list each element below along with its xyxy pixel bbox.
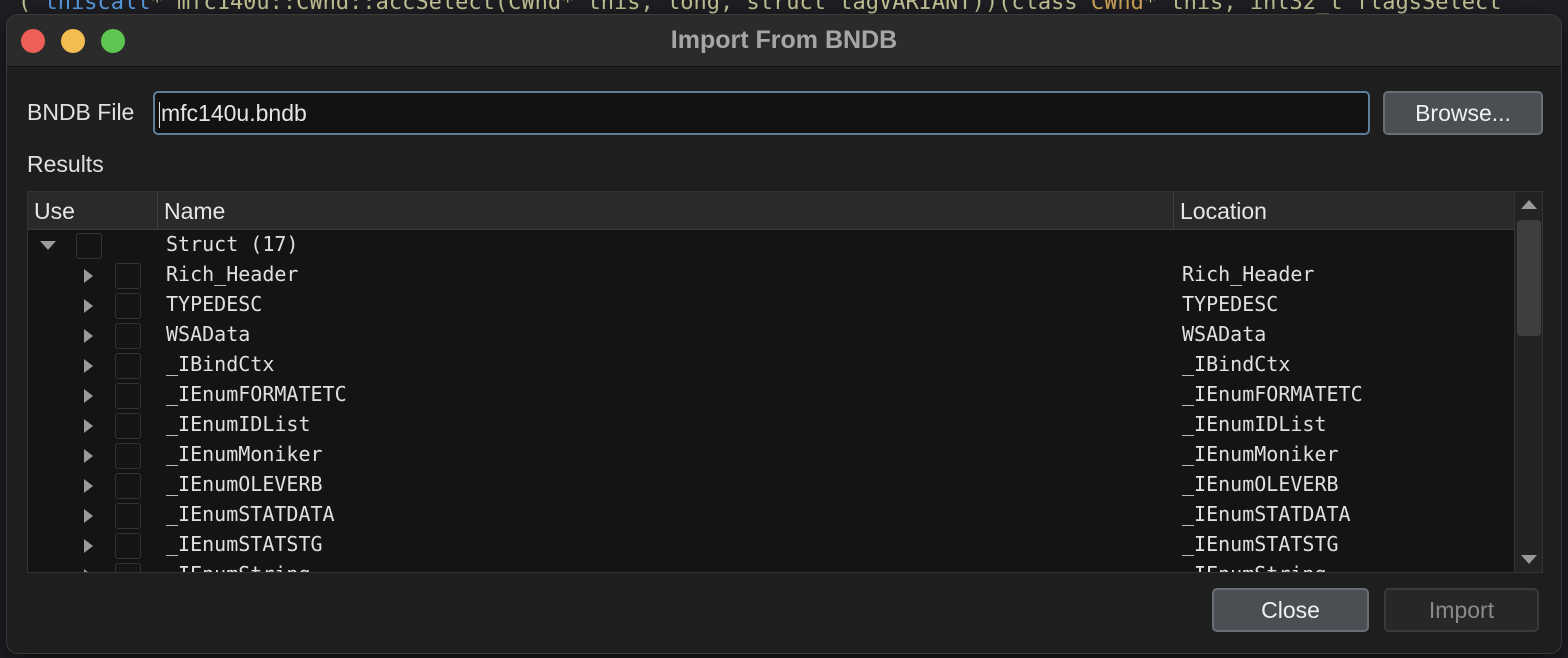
- row-name: _IEnumMoniker: [166, 442, 323, 466]
- tree-group-row[interactable]: Struct (17): [28, 230, 1514, 260]
- row-name: WSAData: [166, 322, 251, 346]
- code-prefix: (: [18, 0, 32, 15]
- code-tail: * this, int32_t flagsSelect: [1143, 0, 1502, 15]
- scroll-down-arrow-icon[interactable]: [1515, 546, 1542, 572]
- row-name: _IEnumOLEVERB: [166, 472, 323, 496]
- bndb-file-label: BNDB File: [27, 99, 135, 125]
- row-location: _IEnumMoniker: [1182, 442, 1339, 466]
- vertical-scrollbar[interactable]: [1514, 192, 1542, 572]
- row-name: _IEnumSTATSTG: [166, 532, 323, 556]
- chevron-right-icon[interactable]: [84, 329, 93, 343]
- tree-row[interactable]: _IEnumSTATDATA _IEnumSTATDATA: [28, 500, 1514, 530]
- chevron-right-icon[interactable]: [84, 539, 93, 553]
- row-location: TYPEDESC: [1182, 292, 1279, 316]
- chevron-down-icon[interactable]: [40, 241, 56, 250]
- code-keyword: thiscall: [44, 0, 151, 15]
- results-tree[interactable]: Use Name Location Struct (17) Rich_Heade…: [27, 191, 1543, 573]
- scrollbar-thumb[interactable]: [1517, 220, 1541, 336]
- tree-row[interactable]: TYPEDESC TYPEDESC: [28, 290, 1514, 320]
- row-name: _IEnumFORMATETC: [166, 382, 347, 406]
- title-bar: Import From BNDB: [7, 15, 1561, 67]
- use-checkbox[interactable]: [76, 233, 102, 259]
- browse-button[interactable]: Browse...: [1383, 91, 1543, 135]
- row-name: TYPEDESC: [166, 292, 263, 316]
- chevron-right-icon[interactable]: [84, 269, 93, 283]
- use-checkbox[interactable]: [115, 443, 141, 469]
- use-checkbox[interactable]: [115, 353, 141, 379]
- use-checkbox[interactable]: [115, 473, 141, 499]
- tree-row[interactable]: _IEnumOLEVERB _IEnumOLEVERB: [28, 470, 1514, 500]
- column-header-location[interactable]: Location: [1174, 192, 1514, 230]
- chevron-right-icon[interactable]: [84, 419, 93, 433]
- chevron-right-icon[interactable]: [84, 509, 93, 523]
- use-checkbox[interactable]: [115, 323, 141, 349]
- chevron-right-icon[interactable]: [84, 299, 93, 313]
- use-checkbox[interactable]: [115, 533, 141, 559]
- use-checkbox[interactable]: [115, 503, 141, 529]
- background-code-line: ( thiscall* mfc140u::CWnd::accSelect(CWn…: [18, 0, 1501, 15]
- bndb-file-value: mfc140u.bndb: [161, 100, 307, 126]
- row-location: Rich_Header: [1182, 262, 1315, 286]
- chevron-right-icon[interactable]: [84, 449, 93, 463]
- scroll-up-arrow-icon[interactable]: [1515, 192, 1542, 218]
- use-checkbox[interactable]: [115, 263, 141, 289]
- row-location: _IEnumString: [1182, 562, 1327, 572]
- row-location: _IBindCtx: [1182, 352, 1291, 376]
- chevron-right-icon[interactable]: [84, 479, 93, 493]
- tree-row[interactable]: _IEnumMoniker _IEnumMoniker: [28, 440, 1514, 470]
- chevron-right-icon[interactable]: [84, 389, 93, 403]
- tree-row[interactable]: _IBindCtx _IBindCtx: [28, 350, 1514, 380]
- chevron-right-icon[interactable]: [84, 359, 93, 373]
- code-type: CWnd: [1090, 0, 1144, 15]
- column-header-name[interactable]: Name: [158, 192, 1174, 230]
- tree-row[interactable]: _IEnumSTATSTG _IEnumSTATSTG: [28, 530, 1514, 560]
- tree-rows: Struct (17) Rich_Header Rich_Header TYPE…: [28, 230, 1514, 572]
- use-checkbox[interactable]: [115, 293, 141, 319]
- row-location: _IEnumOLEVERB: [1182, 472, 1339, 496]
- tree-header: Use Name Location: [28, 192, 1514, 230]
- row-location: _IEnumSTATDATA: [1182, 502, 1351, 526]
- import-button[interactable]: Import: [1384, 588, 1539, 632]
- row-location: _IEnumFORMATETC: [1182, 382, 1363, 406]
- tree-row[interactable]: _IEnumString _IEnumString: [28, 560, 1514, 572]
- tree-row[interactable]: Rich_Header Rich_Header: [28, 260, 1514, 290]
- results-label: Results: [27, 151, 104, 177]
- use-checkbox[interactable]: [115, 563, 141, 572]
- row-name: _IBindCtx: [166, 352, 275, 376]
- tree-row[interactable]: WSAData WSAData: [28, 320, 1514, 350]
- group-name: Struct (17): [166, 232, 299, 256]
- bndb-file-input[interactable]: mfc140u.bndb: [153, 91, 1370, 135]
- row-name: Rich_Header: [166, 262, 299, 286]
- text-caret: [159, 101, 160, 128]
- close-button[interactable]: Close: [1212, 588, 1369, 632]
- row-name: _IEnumIDList: [166, 412, 311, 436]
- dialog-title: Import From BNDB: [670, 26, 898, 54]
- row-location: _IEnumSTATSTG: [1182, 532, 1339, 556]
- row-location: _IEnumIDList: [1182, 412, 1327, 436]
- tree-row[interactable]: _IEnumFORMATETC _IEnumFORMATETC: [28, 380, 1514, 410]
- row-name: _IEnumString: [166, 562, 311, 572]
- column-header-use[interactable]: Use: [28, 192, 158, 230]
- use-checkbox[interactable]: [115, 383, 141, 409]
- code-signature: * mfc140u::CWnd::accSelect(CWnd* this, l…: [150, 0, 1091, 15]
- tree-row[interactable]: _IEnumIDList _IEnumIDList: [28, 410, 1514, 440]
- row-location: WSAData: [1182, 322, 1267, 346]
- use-checkbox[interactable]: [115, 413, 141, 439]
- chevron-right-icon[interactable]: [84, 569, 93, 572]
- import-dialog: Import From BNDB BNDB File mfc140u.bndb …: [6, 14, 1562, 654]
- row-name: _IEnumSTATDATA: [166, 502, 335, 526]
